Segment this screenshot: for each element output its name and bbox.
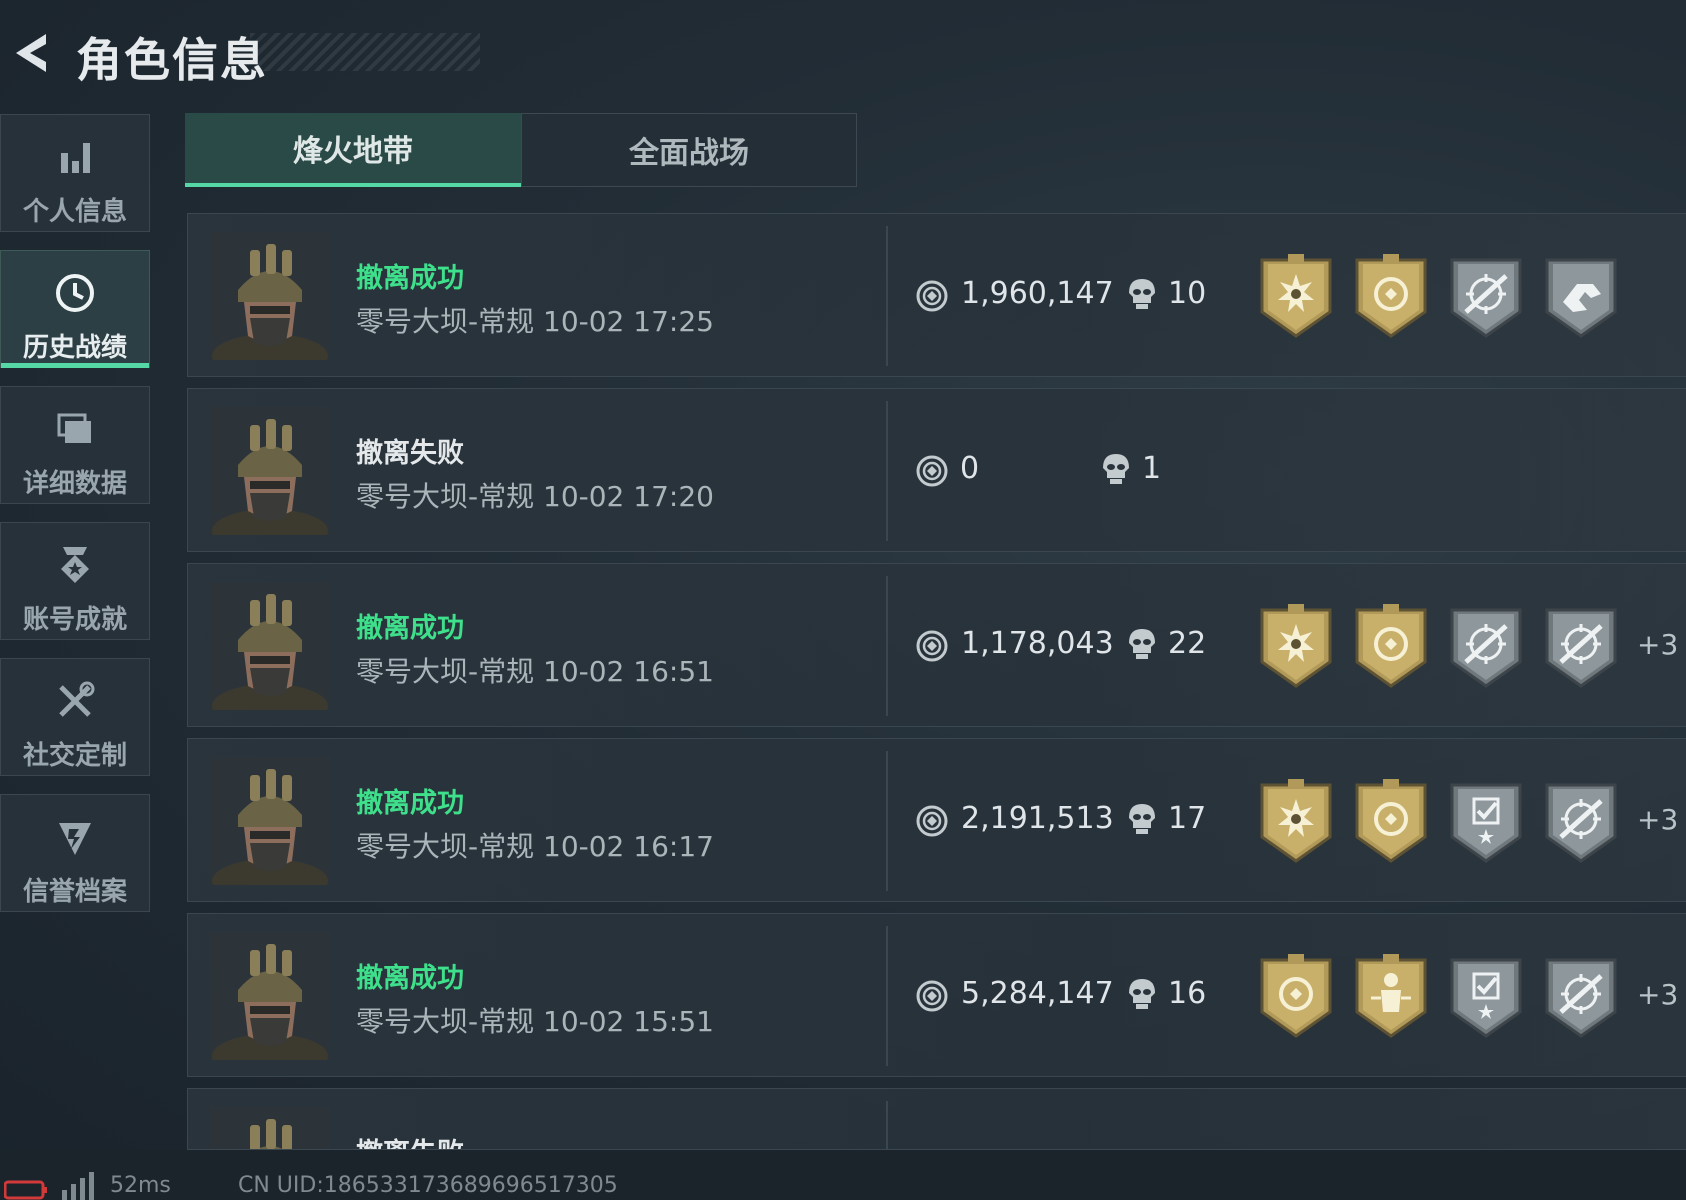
avatar	[210, 232, 330, 360]
gold-coin-badge-icon[interactable]	[1258, 954, 1334, 1040]
extraction-status: 撤离成功	[356, 788, 464, 819]
map-and-time: 零号大坝-常规 10-02 16:17	[356, 830, 714, 863]
map-and-time: 零号大坝-常规 10-02 17:25	[356, 305, 714, 338]
list-item[interactable]: 撤离失败 零号大坝-常规 10-02 17:20 0 1	[187, 388, 1686, 552]
avatar	[210, 757, 330, 885]
gold-coin-badge-icon[interactable]	[1353, 779, 1429, 865]
title-decoration	[250, 33, 480, 71]
sidebar-item-label: 详细数据	[22, 469, 127, 499]
gold-sunburst-badge-icon[interactable]	[1258, 604, 1334, 690]
extraction-status: 撤离失败	[356, 438, 464, 469]
battery-icon	[4, 1180, 47, 1200]
kill-count: 16	[1168, 976, 1207, 1011]
skull-icon	[1128, 802, 1156, 836]
sidebar-item-label: 个人信息	[22, 197, 127, 227]
header-bar: 角色信息	[0, 0, 1686, 105]
loot-value: 1,960,147	[961, 276, 1114, 311]
sidebar-item-history[interactable]: 历史战绩	[0, 250, 150, 368]
more-badges-count[interactable]: +3	[1637, 803, 1678, 836]
extraction-status: 撤离成功	[356, 963, 464, 994]
kill-count: 17	[1168, 801, 1207, 836]
map-and-time: 零号大坝-常规 10-02 15:51	[356, 1005, 714, 1038]
kill-count: 22	[1168, 626, 1207, 661]
more-badges-count[interactable]: +3	[1637, 978, 1678, 1011]
sidebar-item-label: 社交定制	[22, 741, 127, 771]
coin-icon	[915, 279, 949, 313]
avatar	[210, 407, 330, 535]
silver-checklist-badge-icon[interactable]	[1448, 779, 1524, 865]
sidebar-item-label: 历史战绩	[22, 333, 127, 363]
avatar	[210, 1107, 330, 1150]
avatar	[210, 582, 330, 710]
gold-sunburst-badge-icon[interactable]	[1258, 779, 1334, 865]
shield-badge-icon	[59, 823, 91, 855]
skull-icon	[1128, 977, 1156, 1011]
mode-tabs: 烽火地带 全面战场	[185, 113, 857, 187]
loot-value: 1,178,043	[961, 626, 1114, 661]
gold-coin-badge-icon[interactable]	[1353, 254, 1429, 340]
skull-icon	[1128, 277, 1156, 311]
sidebar-item-details[interactable]: 详细数据	[0, 386, 150, 504]
stacked-cards-icon	[57, 413, 91, 443]
silver-crosshair-badge-icon[interactable]	[1543, 779, 1619, 865]
divider	[886, 1101, 888, 1149]
skull-icon	[1128, 627, 1156, 661]
divider	[886, 751, 888, 891]
list-item[interactable]: 撤离成功 零号大坝-常规 10-02 15:51 5,284,147 16 +3	[187, 913, 1686, 1077]
coin-icon	[915, 979, 949, 1013]
sidebar-item-achievements[interactable]: 账号成就	[0, 522, 150, 640]
tab-full-battlefield[interactable]: 全面战场	[521, 113, 857, 187]
extraction-status: 撤离失败	[356, 1131, 464, 1149]
signal-icon	[62, 1172, 94, 1200]
page-title: 角色信息	[76, 33, 268, 87]
gold-figure-badge-icon[interactable]	[1353, 954, 1429, 1040]
sidebar-item-profile[interactable]: 个人信息	[0, 114, 150, 232]
silver-runner-badge-icon[interactable]	[1543, 254, 1619, 340]
coin-icon	[915, 804, 949, 838]
sidebar-item-reputation[interactable]: 信誉档案	[0, 794, 150, 912]
sidebar-item-label: 账号成就	[22, 605, 127, 635]
clock-icon	[56, 274, 94, 312]
loot-value: 0	[960, 451, 980, 486]
avatar	[210, 932, 330, 1060]
divider	[886, 926, 888, 1066]
skull-icon	[1102, 452, 1130, 486]
tab-warzone[interactable]: 烽火地带	[185, 113, 521, 187]
back-arrow-icon[interactable]	[6, 28, 52, 78]
coin-icon	[915, 454, 949, 488]
list-item[interactable]: 撤离失败	[187, 1088, 1686, 1150]
gold-sunburst-badge-icon[interactable]	[1258, 254, 1334, 340]
sidebar-item-social[interactable]: 社交定制	[0, 658, 150, 776]
extraction-status: 撤离成功	[356, 263, 464, 294]
sidebar-item-label: 信誉档案	[22, 877, 127, 907]
map-and-time: 零号大坝-常规 10-02 17:20	[356, 480, 714, 513]
medal-icon	[61, 547, 89, 583]
extraction-status: 撤离成功	[356, 613, 464, 644]
gold-coin-badge-icon[interactable]	[1353, 604, 1429, 690]
user-uid: CN UID:1865331736896965173​05	[238, 1173, 618, 1198]
silver-crosshair-badge-icon[interactable]	[1448, 254, 1524, 340]
loot-value: 5,284,147	[961, 976, 1114, 1011]
silver-crosshair-badge-icon[interactable]	[1448, 604, 1524, 690]
list-item[interactable]: 撤离成功 零号大坝-常规 10-02 16:51 1,178,043 22 +3	[187, 563, 1686, 727]
silver-crosshair-badge-icon[interactable]	[1543, 604, 1619, 690]
divider	[886, 576, 888, 716]
divider	[886, 401, 888, 541]
map-and-time: 零号大坝-常规 10-02 16:51	[356, 655, 714, 688]
loot-value: 2,191,513	[961, 801, 1114, 836]
silver-checklist-badge-icon[interactable]	[1448, 954, 1524, 1040]
ping-readout: 52ms	[110, 1173, 171, 1198]
coin-icon	[915, 629, 949, 663]
list-item[interactable]: 撤离成功 零号大坝-常规 10-02 16:17 2,191,513 17 +3	[187, 738, 1686, 902]
silver-crosshair-badge-icon[interactable]	[1543, 954, 1619, 1040]
list-item[interactable]: 撤离成功 零号大坝-常规 10-02 17:25 1,960,147 10	[187, 213, 1686, 377]
divider	[886, 226, 888, 366]
kill-count: 10	[1168, 276, 1207, 311]
tools-icon	[59, 681, 95, 717]
bar-chart-icon	[61, 143, 90, 173]
kill-count: 1	[1142, 451, 1162, 486]
more-badges-count[interactable]: +3	[1637, 628, 1678, 661]
